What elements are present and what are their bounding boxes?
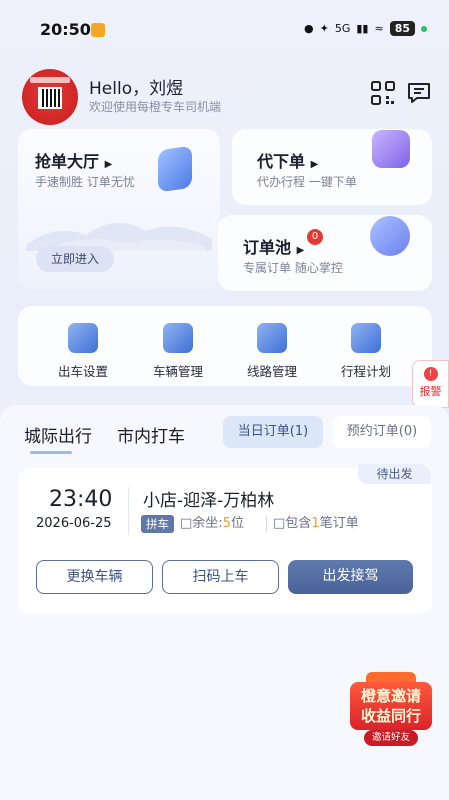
depart-pickup-button[interactable]: 出发接驾 bbox=[288, 560, 413, 594]
order-count: □包含1笔订单 bbox=[273, 516, 359, 531]
vehicle-settings-icon bbox=[68, 323, 98, 353]
proxy-order-icon bbox=[372, 130, 410, 168]
order-date: 2026-06-25 bbox=[36, 516, 112, 531]
app-notification-icon bbox=[91, 23, 105, 37]
greeting: Hello，刘煜 bbox=[89, 79, 184, 99]
qr-scan-icon[interactable] bbox=[370, 80, 396, 106]
route-management-icon bbox=[257, 323, 287, 353]
network-label: 5G bbox=[334, 22, 351, 35]
report-alarm-button[interactable]: ! 报警 bbox=[412, 360, 449, 408]
order-pool-title: 订单池 ▶ bbox=[243, 238, 305, 257]
tool-trip-plan[interactable]: 行程计划 bbox=[327, 323, 405, 380]
promo-line2: 收益同行 bbox=[360, 707, 421, 725]
vehicle-management-icon bbox=[163, 323, 193, 353]
proxy-order-title: 代下单 ▶ bbox=[257, 152, 319, 171]
seat-icon: □ bbox=[180, 516, 193, 531]
promo-line1: 橙意邀请 bbox=[360, 687, 421, 705]
order-time: 23:40 bbox=[49, 487, 113, 512]
tool-vehicle-management[interactable]: 车辆管理 bbox=[139, 323, 217, 380]
greeting-subtitle: 欢迎使用每橙专车司机端 bbox=[89, 100, 222, 114]
status-time: 20:50 bbox=[40, 20, 91, 39]
battery-indicator: 85 bbox=[389, 21, 415, 36]
signal-icon: ▮▮ bbox=[356, 22, 369, 35]
trip-plan-icon bbox=[351, 323, 381, 353]
wifi-icon: ≈ bbox=[374, 22, 384, 35]
scan-board-button[interactable]: 扫码上车 bbox=[162, 560, 279, 594]
document-icon: □ bbox=[273, 516, 286, 531]
chevron-right-icon: ▶ bbox=[296, 245, 305, 256]
divider bbox=[128, 487, 129, 535]
seats-remaining: □余坐:5位 bbox=[180, 516, 244, 531]
message-icon[interactable] bbox=[406, 80, 432, 106]
chevron-right-icon: ▶ bbox=[310, 159, 319, 170]
enter-now-button[interactable]: 立即进入 bbox=[36, 246, 114, 272]
grab-hall-title: 抢单大厅 ▶ bbox=[35, 152, 113, 171]
order-type-badge: 拼车 bbox=[141, 515, 174, 533]
chevron-right-icon: ▶ bbox=[104, 159, 113, 170]
location-icon: ● bbox=[304, 22, 314, 35]
order-pool-icon bbox=[370, 216, 410, 256]
order-pool-badge: 0 bbox=[307, 229, 323, 245]
avatar[interactable] bbox=[22, 69, 78, 125]
tab-intercity[interactable]: 城际出行 bbox=[24, 422, 92, 447]
order-pool-subtitle: 专属订单 随心掌控 bbox=[243, 261, 343, 275]
order-status-badge: 待出发 bbox=[358, 464, 431, 484]
grab-hall-subtitle: 手速制胜 订单无忧 bbox=[35, 175, 135, 189]
mountains-illustration bbox=[26, 222, 212, 251]
tab-city-taxi[interactable]: 市内打车 bbox=[117, 422, 185, 447]
invite-promo-banner[interactable]: 橙意邀请 收益同行 邀请好友 bbox=[348, 672, 434, 746]
proxy-order-subtitle: 代办行程 一键下单 bbox=[257, 175, 357, 189]
grab-hall-icon bbox=[158, 145, 192, 193]
tab-booked-orders[interactable]: 预约订单(0) bbox=[333, 416, 431, 448]
promo-invite-button[interactable]: 邀请好友 bbox=[364, 730, 418, 746]
meta-separator bbox=[266, 516, 267, 531]
tab-today-orders[interactable]: 当日订单(1) bbox=[223, 416, 323, 448]
status-dot-icon bbox=[421, 25, 427, 32]
tool-vehicle-settings[interactable]: 出车设置 bbox=[44, 323, 122, 380]
tool-route-management[interactable]: 线路管理 bbox=[233, 323, 311, 380]
bluetooth-icon: ✦ bbox=[319, 22, 329, 35]
status-icons: ● ✦ 5G ▮▮ ≈ 85 bbox=[304, 21, 427, 36]
order-route: 小店-迎泽-万柏林 bbox=[143, 491, 275, 511]
change-vehicle-button[interactable]: 更换车辆 bbox=[36, 560, 153, 594]
tab-active-indicator bbox=[30, 451, 72, 454]
alarm-icon: ! bbox=[423, 367, 438, 381]
